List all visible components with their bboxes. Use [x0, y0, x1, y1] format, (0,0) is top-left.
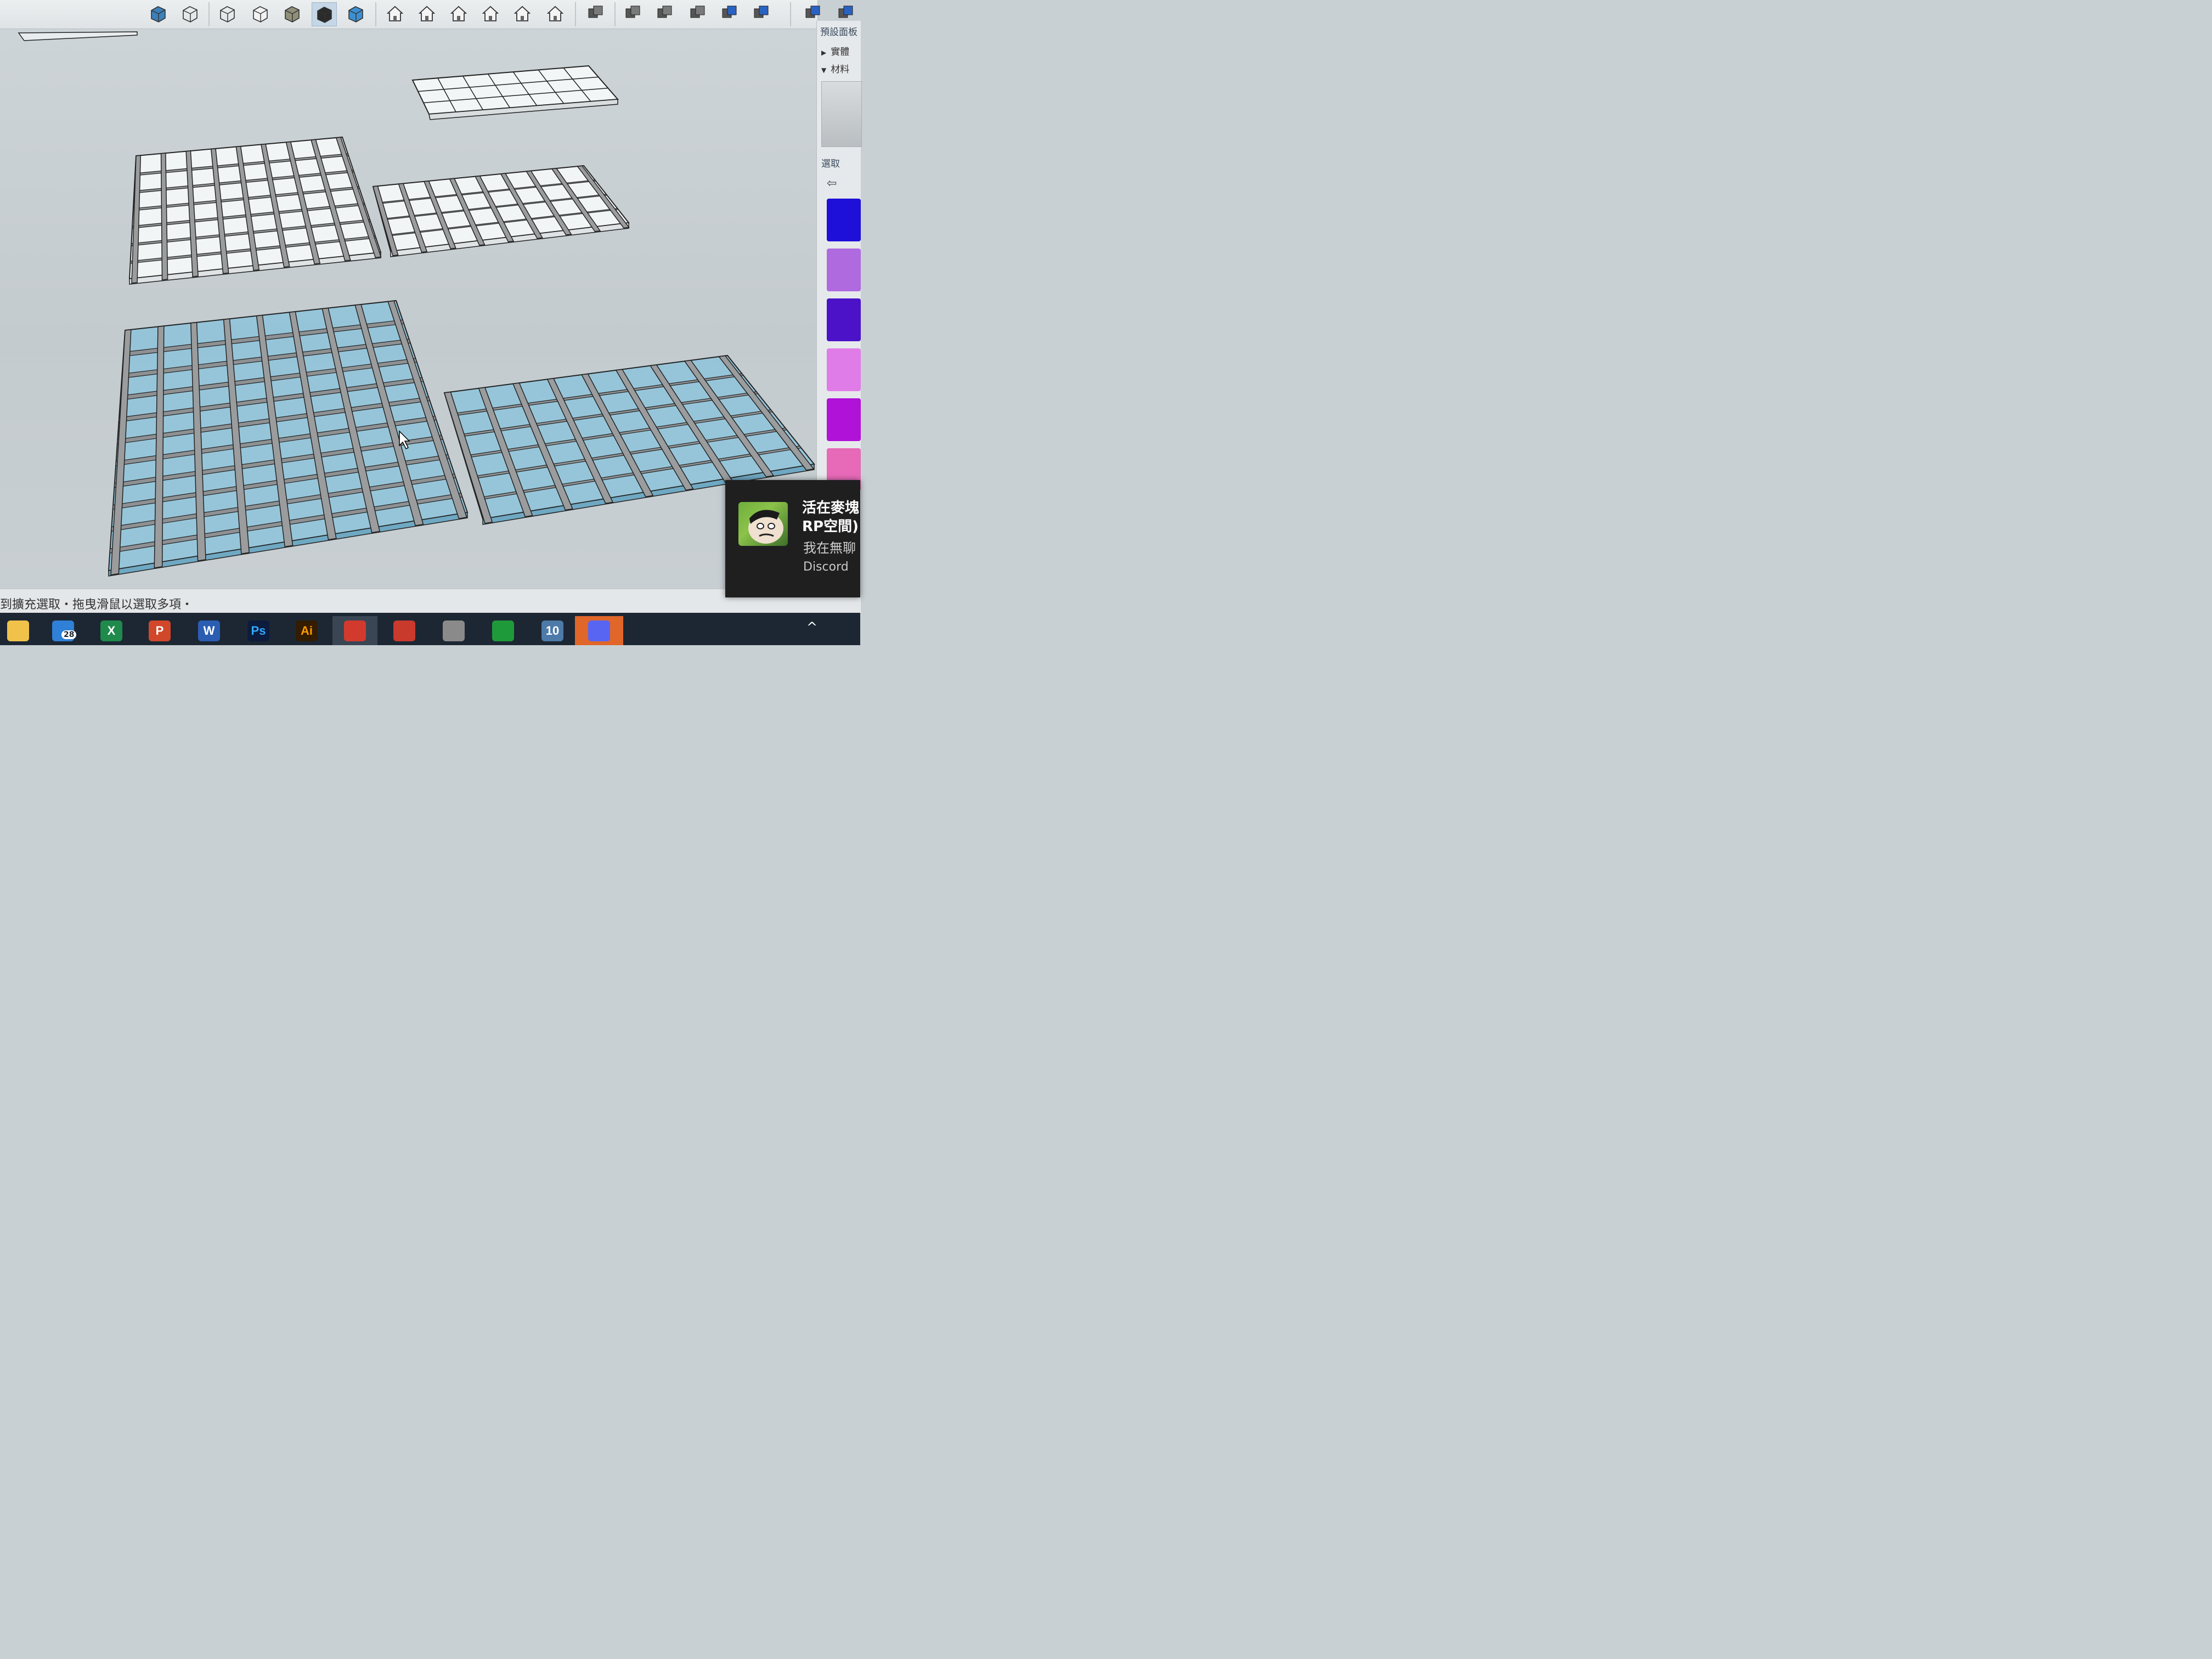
material-preview	[821, 81, 862, 147]
outer-shell-icon[interactable]	[584, 2, 608, 25]
taskbar-app-viewer[interactable]	[431, 616, 476, 645]
calendar-app-icon: 10	[541, 620, 563, 641]
model-viewport[interactable]	[0, 29, 816, 589]
taskbar-app-sketchup[interactable]	[332, 616, 377, 645]
discord-icon	[588, 620, 610, 641]
taskbar-app-excel[interactable]: X	[89, 616, 134, 645]
discord-notification[interactable]: 活在麥塊 RP空間) 我在無聊 Discord	[725, 480, 860, 597]
tray-row-label: 材料	[831, 64, 850, 75]
material-swatch[interactable]	[827, 348, 861, 391]
shaded-cube-outline-icon[interactable]	[248, 2, 272, 25]
material-swatch[interactable]	[827, 298, 861, 341]
monochrome-section-icon[interactable]	[312, 2, 337, 26]
back-arrow-icon[interactable]: ⇦	[827, 177, 837, 190]
sketchup-icon	[344, 620, 366, 641]
taskbar: 28 X P W Ps Ai 10 ^	[0, 613, 860, 645]
toolbar-separator	[790, 2, 791, 26]
toolbar-separator	[614, 2, 616, 26]
toolbar-separator	[575, 2, 576, 26]
viewer-icon	[443, 620, 465, 641]
top-view-icon[interactable]	[415, 2, 439, 25]
taskbar-app-illustrator[interactable]: Ai	[284, 616, 329, 645]
taskbar-app-word[interactable]: W	[187, 616, 232, 645]
autocad-icon	[393, 620, 415, 641]
material-swatch[interactable]	[827, 199, 861, 241]
trim-icon[interactable]	[718, 2, 742, 25]
left-view-icon[interactable]	[543, 2, 567, 25]
hexagon-app-icon	[492, 620, 514, 641]
taskbar-app-mail[interactable]: 28	[41, 616, 86, 645]
file-explorer-icon	[7, 620, 29, 641]
unread-badge: 28	[61, 630, 77, 639]
tab-select[interactable]: 選取	[821, 156, 840, 170]
taskbar-app-file-explorer[interactable]	[0, 616, 41, 645]
notification-app-name: Discord	[803, 560, 849, 574]
scene-canvas[interactable]	[0, 29, 816, 589]
iso-view-icon[interactable]	[146, 2, 170, 25]
photoshop-icon: Ps	[247, 620, 269, 641]
toolbar	[0, 0, 853, 29]
taskbar-app-powerpoint[interactable]: P	[137, 616, 182, 645]
taskbar-app-calendar-app[interactable]: 10	[530, 616, 575, 645]
tray-row-entity[interactable]: ▶ 實體	[821, 44, 849, 58]
material-swatch[interactable]	[827, 398, 861, 441]
toolbar-separator	[375, 2, 376, 26]
hidden-line-cube-icon[interactable]	[215, 2, 239, 25]
union-icon[interactable]	[653, 2, 677, 25]
excel-icon: X	[100, 620, 122, 641]
right-view-icon[interactable]	[478, 2, 503, 25]
partial-panel-corner	[18, 31, 138, 41]
front-view-icon[interactable]	[447, 2, 471, 25]
chevron-up-icon[interactable]: ^	[806, 619, 817, 635]
tray-title: 預設面板	[820, 27, 857, 38]
intersect-icon[interactable]	[621, 2, 645, 25]
subtract-icon[interactable]	[686, 2, 710, 25]
iso-house-icon[interactable]	[383, 2, 407, 25]
wireframe-cube-icon[interactable]	[178, 2, 202, 25]
illustrator-icon: Ai	[296, 620, 318, 641]
textured-cube-icon[interactable]	[280, 2, 304, 25]
back-view-icon[interactable]	[510, 2, 534, 25]
taskbar-app-photoshop[interactable]: Ps	[236, 616, 281, 645]
material-swatch[interactable]	[827, 249, 861, 291]
tray-row-materials[interactable]: ▼ 材料	[821, 61, 849, 75]
status-hint: 到擴充選取・拖曳滑鼠以選取多項・	[0, 598, 194, 612]
taskbar-app-hexagon-app[interactable]	[481, 616, 526, 645]
avatar	[738, 502, 788, 546]
notification-title: 活在麥塊 RP空間)	[802, 500, 860, 535]
expand-right-icon: ▶	[821, 49, 827, 57]
notification-message: 我在無聊	[803, 540, 856, 556]
split-icon[interactable]	[749, 2, 774, 25]
toolbar-separator	[208, 2, 210, 26]
taskbar-app-discord[interactable]	[575, 616, 623, 645]
xray-cube-icon[interactable]	[343, 2, 368, 25]
powerpoint-icon: P	[149, 620, 171, 641]
expand-down-icon: ▼	[821, 66, 827, 74]
word-icon: W	[198, 620, 220, 641]
tray-row-label: 實體	[831, 47, 850, 58]
taskbar-app-autocad[interactable]	[382, 616, 427, 645]
